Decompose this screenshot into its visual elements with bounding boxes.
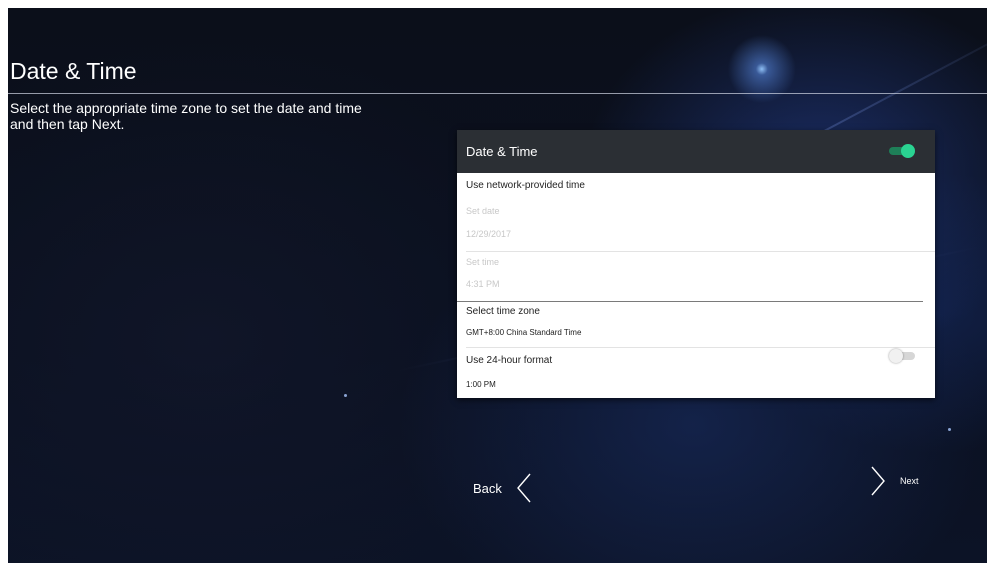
background-star bbox=[344, 394, 347, 397]
hour-format-toggle[interactable] bbox=[889, 349, 917, 363]
page-title: Date & Time bbox=[10, 58, 137, 84]
section-divider bbox=[457, 301, 923, 302]
auto-date-time-toggle[interactable] bbox=[887, 144, 915, 158]
back-label: Back bbox=[473, 480, 502, 496]
back-button[interactable]: Back bbox=[473, 473, 532, 503]
toggle-thumb bbox=[901, 144, 915, 158]
set-date-label: Set date bbox=[466, 206, 500, 216]
next-label: Next bbox=[900, 476, 919, 486]
time-zone-label[interactable]: Select time zone bbox=[466, 306, 540, 317]
hour-format-sample: 1:00 PM bbox=[466, 380, 496, 389]
panel-title: Date & Time bbox=[466, 144, 538, 159]
network-time-option[interactable]: Use network-provided time bbox=[466, 180, 585, 191]
setup-screen: Date & Time Select the appropriate time … bbox=[8, 8, 987, 563]
toggle-thumb bbox=[889, 349, 903, 363]
set-date-value: 12/29/2017 bbox=[466, 229, 512, 239]
row-divider bbox=[466, 251, 935, 252]
panel-header: Date & Time bbox=[457, 130, 935, 173]
title-divider bbox=[8, 93, 987, 94]
time-zone-value[interactable]: GMT+8:00 China Standard Time bbox=[466, 328, 581, 337]
date-time-settings-panel: Date & Time Use network-provided time Se… bbox=[457, 130, 935, 398]
chevron-left-icon bbox=[516, 473, 531, 503]
next-button[interactable]: Next bbox=[870, 466, 919, 496]
instructions-text: Select the appropriate time zone to set … bbox=[10, 100, 362, 132]
set-time-label: Set time bbox=[466, 257, 500, 267]
hour-format-label[interactable]: Use 24-hour format bbox=[466, 355, 552, 366]
set-time-value: 4:31 PM bbox=[466, 279, 500, 289]
row-divider bbox=[466, 347, 935, 348]
background-star bbox=[948, 428, 951, 431]
chevron-right-icon bbox=[871, 466, 885, 496]
